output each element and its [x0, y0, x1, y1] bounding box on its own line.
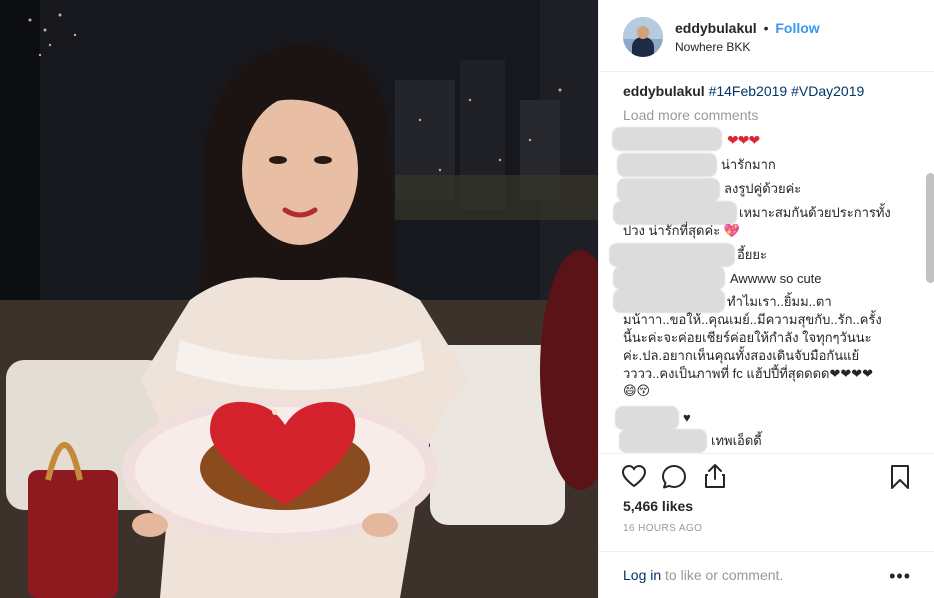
heart-icon[interactable]	[621, 464, 647, 488]
caption-hashtags[interactable]: #14Feb2019 #VDay2019	[709, 83, 865, 99]
comment-text: ค่ะ.ปล.อยากเห็นคุณทั้งสองเดินจับมือกันแย…	[623, 348, 860, 363]
login-bar: Log in to like or comment. •••	[599, 551, 934, 598]
redacted-username	[609, 243, 735, 267]
share-icon[interactable]	[703, 463, 727, 489]
comment-text: น่ารักมาก	[721, 157, 776, 172]
comment-text: ♥	[683, 410, 691, 425]
comment-text: มน้าาา..ขอให้..คุณเมย์..มีความสุขกับ..รั…	[623, 312, 882, 327]
comments-scrollbar[interactable]	[926, 173, 934, 283]
redacted-username	[617, 178, 720, 202]
redacted-username	[617, 153, 717, 177]
comment-text: ทำไมเรา..ยิ้มม..ตา	[727, 294, 832, 309]
separator-dot: •	[763, 20, 769, 36]
comment-text: เทพเอ็ดดี้	[711, 433, 762, 448]
comment-text: ปวง น่ารักที่สุดค่ะ 💖	[623, 223, 740, 238]
comment-text: นี้นะค่ะจะค่อยเชียร์ค่อยให้กำลัง ใจทุกๆว…	[623, 330, 872, 345]
login-prompt: Log in to like or comment.	[623, 567, 783, 583]
post-side-panel: eddybulakul • Follow Nowhere BKK eddybul…	[598, 0, 934, 598]
comment-bubble-icon[interactable]	[661, 464, 687, 490]
login-link[interactable]: Log in	[623, 567, 661, 583]
post-actions: 5,466 likes 16 HOURS AGO Log in to like …	[599, 453, 934, 598]
redacted-username	[613, 266, 725, 290]
comments-list[interactable]: eddybulakul #14Feb2019 #VDay2019 Load mo…	[599, 73, 934, 453]
comment-text: เหมาะสมกันด้วยประการทั้ง	[739, 205, 891, 220]
redacted-username	[615, 406, 679, 430]
login-prompt-text: to like or comment.	[661, 567, 784, 583]
comment-text: วววว..คงเป็นภาพที่ fc แฮ้ปปี้ที่สุดดดด❤❤…	[623, 366, 874, 381]
caption: eddybulakul #14Feb2019 #VDay2019	[623, 83, 864, 99]
post-photo-illustration	[0, 0, 598, 598]
post-header: eddybulakul • Follow Nowhere BKK	[599, 0, 934, 72]
redacted-username	[612, 127, 722, 151]
caption-username[interactable]: eddybulakul	[623, 83, 705, 99]
bookmark-icon[interactable]	[889, 464, 911, 490]
instagram-post: eddybulakul • Follow Nowhere BKK eddybul…	[0, 0, 934, 598]
redacted-username	[619, 429, 707, 453]
more-dots-icon[interactable]: •••	[889, 566, 911, 587]
follow-button[interactable]: Follow	[775, 20, 819, 36]
comment-text: อี้ยยะ	[737, 247, 768, 262]
comment-text: 😄😚	[623, 383, 651, 398]
post-timestamp: 16 HOURS AGO	[623, 523, 703, 534]
load-more-comments-button[interactable]: Load more comments	[623, 107, 758, 123]
header-username[interactable]: eddybulakul	[675, 20, 757, 36]
comment-text: Awwww so cute	[730, 271, 822, 286]
likes-count[interactable]: 5,466 likes	[623, 498, 693, 514]
avatar[interactable]	[623, 17, 663, 57]
location-link[interactable]: Nowhere BKK	[675, 40, 750, 54]
post-photo[interactable]	[0, 0, 598, 598]
comment-text: ❤❤❤	[727, 132, 760, 148]
redacted-username	[613, 289, 725, 313]
comment-text: ลงรูปคู่ด้วยค่ะ	[724, 181, 802, 196]
header-user-line: eddybulakul • Follow	[675, 20, 820, 36]
